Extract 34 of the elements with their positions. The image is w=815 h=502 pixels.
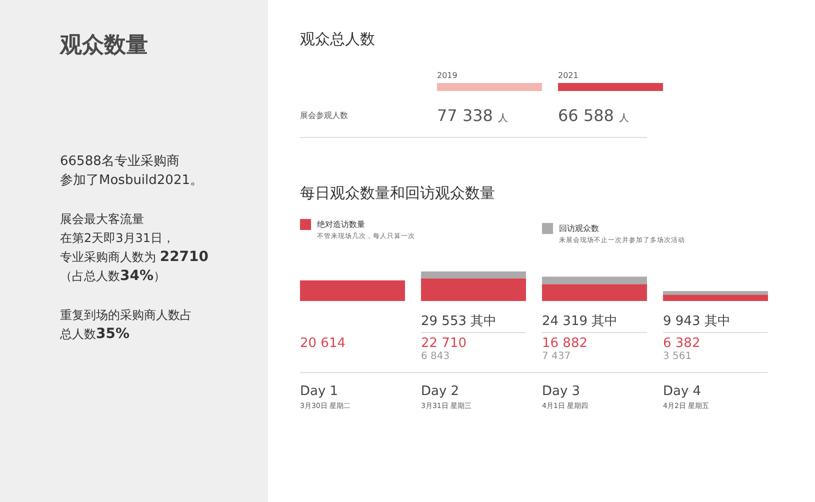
absolute-count: 22 710 [421,336,468,351]
day-label: Day 2 [421,384,460,399]
absolute-count: 20 614 [300,336,346,351]
summary-line: 总人数35% [60,325,130,344]
legend-label: 回访观众数 [559,223,600,234]
year-label: 2019 [437,71,458,80]
section-title: 每日观众数量和回访观众数量 [300,184,496,203]
year-label: 2021 [558,71,580,80]
returning-count: 7 437 [542,351,572,364]
total-count: 9 943 其中 [663,312,768,333]
returning-count: 3 561 [663,351,693,364]
summary-line: （占总人数34%） [60,267,166,286]
summary-line: 66588名专业采购商 [60,153,180,171]
legend-swatch [300,219,311,230]
total-count: 24 319 其中 [542,312,647,333]
summary-line: 重复到场的采购商人数占 [60,307,192,324]
visitor-count: 77 338 人 [437,106,510,125]
summary-line: 在第2天即3月31日， [60,230,175,247]
row-label: 展会参观人数 [300,110,349,121]
day-label: Day 3 [542,384,582,399]
summary-line: 展会最大客流量 [60,211,144,228]
summary-line: 专业采购商人数为 22710 [60,248,209,267]
legend-swatch [542,223,553,234]
legend-label: 绝对造访数量 [317,219,366,230]
absolute-count: 16 882 [542,336,588,351]
total-count: 29 553 其中 [421,312,526,333]
sidebar-title: 观众数量 [60,32,149,60]
returning-count: 6 843 [421,351,451,364]
visitor-count: 66 588 人 [558,106,630,125]
summary-line: 参加了Mosbuild2021。 [60,172,203,190]
day-label: Day 1 [300,384,340,399]
section-title: 观众总人数 [300,30,376,49]
day-label: Day 4 [663,384,702,399]
absolute-count: 6 382 [663,336,702,351]
